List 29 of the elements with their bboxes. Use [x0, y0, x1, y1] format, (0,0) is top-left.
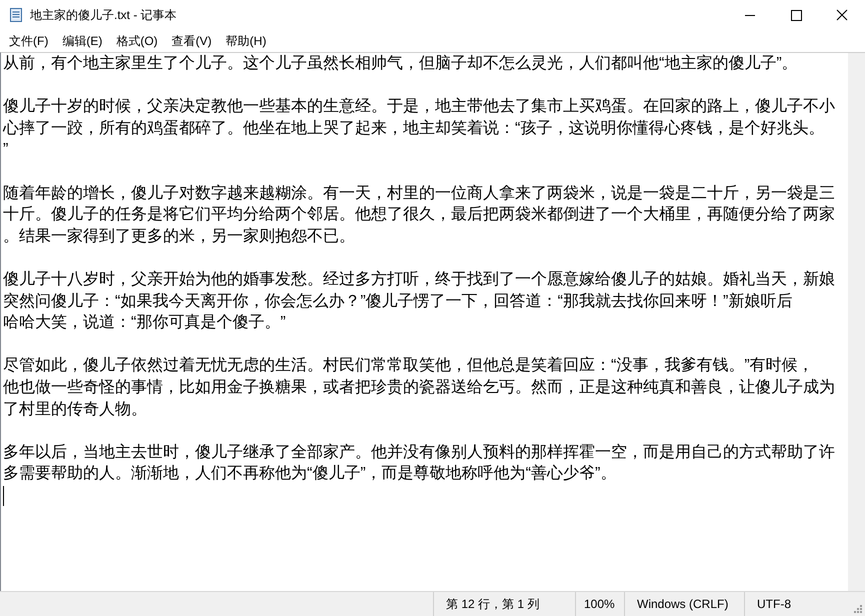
text-line: 尽管如此，傻儿子依然过着无忧无虑的生活。村民们常常取笑他，但他总是笑着回应：“没事，我爹有钱。”有时候， [3, 357, 814, 374]
text-line: ” [3, 141, 8, 158]
text-line: 。结果一家得到了更多的米，另一家则抱怨不已。 [3, 228, 355, 245]
text-line: 多需要帮助的人。渐渐地，人们不再称他为“傻儿子”，而是尊敬地称呼他为“善心少爷”。 [3, 465, 616, 482]
text-line: 他也做一些奇怪的事情，比如用金子换糖果，或者把珍贵的瓷器送给乞丐。然而，正是这种纯真和善良，让傻儿子成为 [3, 378, 835, 396]
menu-item[interactable]: 文件(F) [2, 32, 56, 50]
menu-item[interactable]: 查看(V) [164, 32, 219, 50]
text-line: 多年以后，当地主去世时，傻儿子继承了全部家产。他并没有像别人预料的那样挥霍一空，而是用自己的方式帮助了许 [3, 444, 835, 461]
vertical-scrollbar[interactable] [848, 53, 865, 591]
text-line: 心摔了一跤，所有的鸡蛋都碎了。他坐在地上哭了起来，地主却笑着说：“孩子，这说明你懂得心疼钱，是个好兆头。 [3, 120, 824, 137]
resize-grip-icon[interactable] [851, 602, 863, 614]
menu-item[interactable]: 编辑(E) [55, 32, 110, 50]
menu-item[interactable]: 格式(O) [109, 32, 165, 50]
text-line: 傻儿子十八岁时，父亲开始为他的婚事发愁。经过多方打听，终于找到了一个愿意嫁给傻儿子的姑娘。婚礼当天，新娘 [3, 270, 835, 288]
text-line: 十斤。傻儿子的任务是将它们平均分给两个邻居。他想了很久，最后把两袋米都倒进了一个大桶里，再随便分给了两家 [3, 206, 835, 224]
status-field: Windows (CRLF) [624, 592, 744, 616]
text-line: 了村里的传奇人物。 [3, 400, 147, 418]
text-line: 哈哈大笑，说道：“那你可真是个傻子。” [3, 314, 286, 332]
text-line: 傻儿子十岁的时候，父亲决定教他一些基本的生意经。于是，地主带他去了集市上买鸡蛋。在回家的路上，傻儿子不小 [3, 98, 835, 116]
window-title: 地主家的傻儿子.txt - 记事本 [30, 6, 178, 24]
status-field: 100% [575, 592, 624, 616]
text-line: 突然问傻儿子：“如果我今天离开你，你会怎么办？”傻儿子愣了一下，回答道：“那我就去找你回来呀！”新娘听后 [3, 292, 792, 310]
status-field: UTF-8 [744, 592, 851, 616]
notepad-icon [8, 7, 24, 23]
text-line: 随着年龄的增长，傻儿子对数字越来越糊涂。有一天，村里的一位商人拿来了两袋米，说是一袋是二十斤，另一袋是三 [3, 184, 835, 202]
menu-item[interactable]: 帮助(H) [218, 32, 274, 50]
text-line: 从前，有个地主家里生了个儿子。这个儿子虽然长相帅气，但脑子却不怎么灵光，人们都叫他“地主家的傻儿子”。 [3, 55, 798, 72]
text-caret [3, 486, 4, 506]
status-field: 第 12 行，第 1 列 [433, 592, 575, 616]
